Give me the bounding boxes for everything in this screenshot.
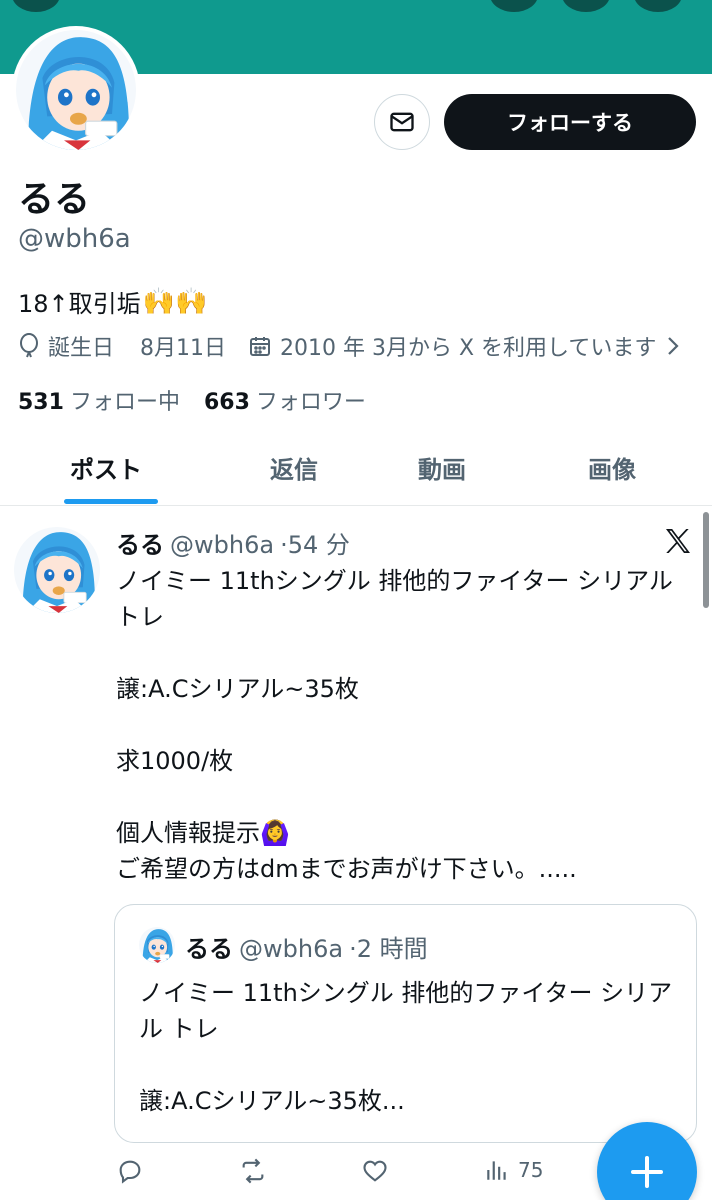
- birthday-date: 8月11日: [140, 336, 227, 361]
- chevron-right-icon[interactable]: [666, 335, 680, 357]
- profile-bio: 18↑取引垢 🙌🙌: [18, 284, 207, 319]
- post-author-handle[interactable]: @wbh6a: [170, 531, 274, 559]
- bio-emoji: 🙌🙌: [142, 286, 208, 317]
- quote-header: るる @wbh6a ·2 時間: [185, 929, 428, 964]
- search-button[interactable]: [490, 0, 538, 12]
- heart-icon: [363, 1160, 387, 1182]
- post-time: ·54 分: [280, 531, 350, 559]
- quote-text: ノイミー 11thシングル 排他的ファイター シリアル トレ 譲:A.Cシリアル…: [139, 979, 673, 1115]
- following-count[interactable]: 531: [18, 390, 64, 415]
- more-button[interactable]: [634, 0, 682, 12]
- repost-button[interactable]: [238, 1157, 268, 1185]
- repost-icon: [242, 1158, 264, 1184]
- plus-icon: [631, 1156, 663, 1188]
- tab-posts[interactable]: ポスト: [70, 450, 142, 485]
- birthday-label: 誕生日: [48, 336, 115, 361]
- profile-tabs: ポスト 返信 動画 画像: [0, 440, 712, 506]
- tab-videos[interactable]: 動画: [418, 450, 466, 485]
- views-icon: [487, 1161, 506, 1180]
- post-avatar[interactable]: [14, 527, 100, 613]
- followers-label[interactable]: フォロワー: [256, 384, 366, 416]
- followers-count[interactable]: 663: [204, 390, 250, 415]
- profile-display-name: るる: [18, 179, 91, 220]
- back-button[interactable]: [12, 0, 60, 12]
- views-button[interactable]: 75: [484, 1157, 543, 1183]
- quoted-post[interactable]: るる @wbh6a ·2 時間 ノイミー 11thシングル 排他的ファイター シ…: [114, 904, 697, 1143]
- active-tab-indicator: [64, 499, 158, 504]
- quote-author-name: るる: [185, 935, 233, 963]
- views-count: 75: [518, 1158, 544, 1182]
- balloon-icon: [18, 333, 40, 359]
- share-button[interactable]: [562, 0, 610, 12]
- dm-button[interactable]: [374, 94, 430, 150]
- post-author-name[interactable]: るる: [116, 525, 164, 560]
- x-logo-icon: [666, 529, 690, 553]
- like-button[interactable]: [360, 1157, 390, 1185]
- quote-author-handle: @wbh6a: [239, 935, 344, 963]
- post-header: るる @wbh6a ·54 分: [116, 525, 350, 560]
- calendar-icon: [248, 334, 272, 358]
- profile-avatar[interactable]: [12, 26, 140, 154]
- reply-button[interactable]: [116, 1157, 144, 1185]
- tab-images[interactable]: 画像: [588, 450, 636, 485]
- post-text: ノイミー 11thシングル 排他的ファイター シリアル トレ 譲:A.Cシリアル…: [116, 567, 673, 883]
- profile-handle: @wbh6a: [18, 224, 131, 254]
- quote-time: ·2 時間: [349, 935, 428, 963]
- follow-button[interactable]: フォローする: [444, 94, 696, 150]
- follow-counts: 531 フォロー中 663 フォロワー: [18, 384, 366, 416]
- quote-avatar: [139, 927, 175, 963]
- scrollbar[interactable]: [703, 512, 709, 608]
- joined-date: 2010 年 3月から X を利用しています: [280, 336, 657, 361]
- following-label[interactable]: フォロー中: [70, 384, 180, 416]
- mail-icon: [390, 112, 414, 132]
- tab-replies[interactable]: 返信: [270, 450, 318, 485]
- bio-text: 18↑取引垢: [18, 290, 141, 318]
- reply-icon: [119, 1160, 141, 1184]
- profile-meta: 誕生日 8月11日 2010 年 3月から X を利用しています: [18, 330, 688, 362]
